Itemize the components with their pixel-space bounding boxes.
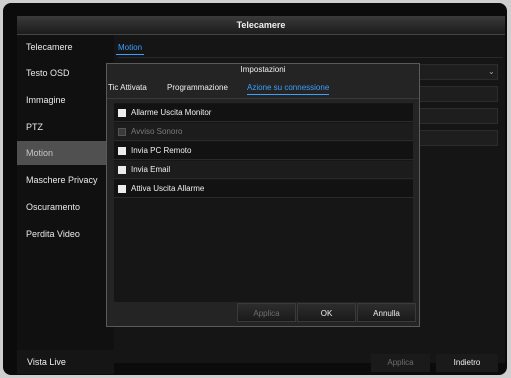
- option-label: Attiva Uscita Allarme: [131, 184, 205, 193]
- sidebar-item-telecamere[interactable]: Telecamere: [17, 35, 114, 59]
- options-panel: Allarme Uscita Monitor Avviso Sonoro Inv…: [114, 103, 413, 302]
- background-field: [418, 130, 498, 146]
- option-invia-pc-remoto[interactable]: Invia PC Remoto: [114, 142, 413, 160]
- dialog-title: Impostazioni: [240, 65, 286, 74]
- checkbox[interactable]: [118, 166, 126, 174]
- tab-divider: [118, 57, 503, 58]
- option-invia-email[interactable]: Invia Email: [114, 161, 413, 179]
- option-label: Invia Email: [131, 165, 171, 174]
- back-button[interactable]: Indietro: [436, 354, 498, 372]
- settings-dialog: Impostazioni Tic Attivata Programmazione…: [106, 63, 420, 327]
- sidebar-item-oscuramento[interactable]: Oscuramento: [17, 195, 114, 219]
- sidebar-item-motion[interactable]: Motion: [17, 141, 114, 165]
- checkbox[interactable]: [118, 109, 126, 117]
- sidebar: Telecamere Testo OSD Immagine PTZ Motion…: [17, 35, 114, 363]
- live-view-button[interactable]: Vista Live: [17, 350, 114, 374]
- sidebar-item-testo-osd[interactable]: Testo OSD: [17, 61, 114, 85]
- option-avviso-sonoro: Avviso Sonoro: [114, 123, 413, 141]
- background-field: [418, 108, 498, 124]
- option-label: Allarme Uscita Monitor: [131, 108, 212, 117]
- tab-motion[interactable]: Motion: [115, 43, 145, 55]
- checkbox[interactable]: [118, 185, 126, 193]
- option-label: Invia PC Remoto: [131, 146, 192, 155]
- live-view-label: Vista Live: [27, 357, 66, 367]
- tab-programmazione[interactable]: Programmazione: [167, 83, 228, 92]
- window-title: Telecamere: [17, 16, 505, 35]
- apply-button[interactable]: Applica: [371, 354, 430, 372]
- option-attiva-uscita-allarme[interactable]: Attiva Uscita Allarme: [114, 180, 413, 198]
- dialog-apply-button[interactable]: Applica: [237, 303, 296, 322]
- background-dropdown[interactable]: [418, 64, 498, 80]
- dialog-ok-button[interactable]: OK: [297, 303, 356, 322]
- sidebar-item-ptz[interactable]: PTZ: [17, 115, 114, 139]
- option-label: Avviso Sonoro: [131, 127, 183, 136]
- tab-tic-attivata[interactable]: Tic Attivata: [108, 83, 147, 92]
- dialog-divider: [107, 98, 419, 99]
- sidebar-item-immagine[interactable]: Immagine: [17, 88, 114, 112]
- chevron-down-icon: ⌄: [488, 67, 495, 76]
- background-field: [418, 86, 498, 102]
- checkbox[interactable]: [118, 147, 126, 155]
- sidebar-item-maschere-privacy[interactable]: Maschere Privacy: [17, 168, 114, 192]
- dialog-cancel-button[interactable]: Annulla: [357, 303, 416, 322]
- sidebar-item-perdita-video[interactable]: Perdita Video: [17, 222, 114, 246]
- tab-azione-su-connessione[interactable]: Azione su connessione: [247, 83, 330, 95]
- checkbox: [118, 128, 126, 136]
- option-allarme-uscita-monitor[interactable]: Allarme Uscita Monitor: [114, 104, 413, 122]
